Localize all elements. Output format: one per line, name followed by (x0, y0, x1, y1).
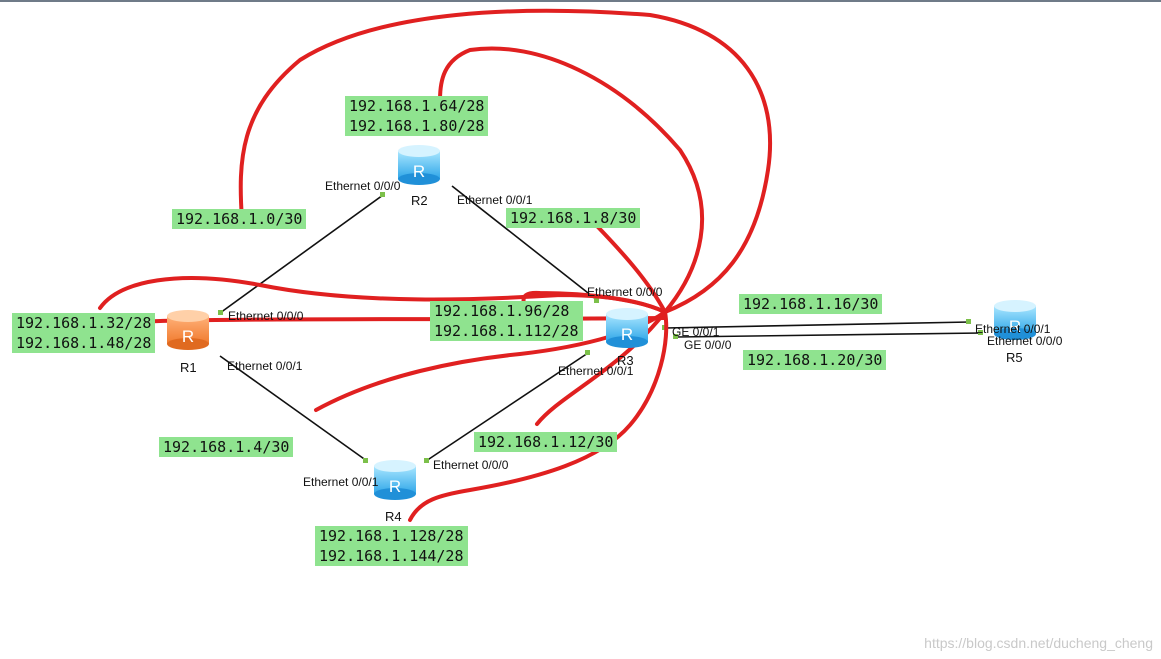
subnet-r1-r4: 192.168.1.4/30 (159, 437, 294, 457)
subnet-line: 192.168.1.64/28 (349, 97, 485, 115)
iface-r4-e000: Ethernet 0/0/0 (433, 458, 509, 472)
subnet-line: 192.168.1.48/28 (16, 334, 152, 352)
watermark: https://blog.csdn.net/ducheng_cheng (924, 635, 1153, 651)
subnet-r3-r5-b: 192.168.1.20/30 (743, 350, 887, 370)
iface-r2-e001: Ethernet 0/0/1 (457, 193, 533, 207)
iface-r3-e001: Ethernet 0/0/1 (558, 364, 634, 378)
router-r4-icon[interactable]: R (372, 460, 418, 500)
iface-r5-e000: Ethernet 0/0/0 (987, 334, 1063, 348)
router-r2-icon[interactable]: R (396, 145, 442, 185)
router-r2-name: R2 (411, 193, 428, 208)
subnet-r1-r2: 192.168.1.0/30 (172, 209, 307, 229)
iface-r1-e001: Ethernet 0/0/1 (227, 359, 303, 373)
subnet-r3-r5-a: 192.168.1.16/30 (739, 294, 883, 314)
iface-r3-ge000: GE 0/0/0 (684, 338, 732, 352)
svg-text:R: R (182, 327, 194, 346)
iface-r3-ge001: GE 0/0/1 (672, 325, 720, 339)
router-r5-name: R5 (1006, 350, 1023, 365)
router-r4-name: R4 (385, 509, 402, 524)
subnet-line: 192.168.1.96/28 (434, 302, 570, 320)
router-r1-name: R1 (180, 360, 197, 375)
subnet-r2-r3: 192.168.1.8/30 (506, 208, 641, 228)
subnet-r2-loopbacks: 192.168.1.64/28 192.168.1.80/28 (345, 96, 489, 136)
iface-r3-e000: Ethernet 0/0/0 (587, 285, 663, 299)
subnet-line: 192.168.1.112/28 (434, 322, 579, 340)
subnet-r3-r4: 192.168.1.12/30 (474, 432, 618, 452)
subnet-r1-loopbacks: 192.168.1.32/28 192.168.1.48/28 (12, 313, 156, 353)
svg-text:R: R (413, 162, 425, 181)
svg-text:R: R (389, 477, 401, 496)
iface-r1-e000: Ethernet 0/0/0 (228, 309, 304, 323)
subnet-r3-loopbacks: 192.168.1.96/28 192.168.1.112/28 (430, 301, 583, 341)
router-r3-icon[interactable]: R (604, 308, 650, 348)
subnet-line: 192.168.1.128/28 (319, 527, 464, 545)
subnet-line: 192.168.1.144/28 (319, 547, 464, 565)
link-r3-r5-b[interactable] (675, 332, 983, 338)
subnet-r4-loopbacks: 192.168.1.128/28 192.168.1.144/28 (315, 526, 468, 566)
port-dots (218, 192, 983, 463)
subnet-line: 192.168.1.80/28 (349, 117, 485, 135)
iface-r4-e001: Ethernet 0/0/1 (303, 475, 379, 489)
router-r1-icon[interactable]: R (165, 310, 211, 350)
svg-text:R: R (621, 325, 633, 344)
subnet-line: 192.168.1.32/28 (16, 314, 152, 332)
iface-r2-e000: Ethernet 0/0/0 (325, 179, 401, 193)
